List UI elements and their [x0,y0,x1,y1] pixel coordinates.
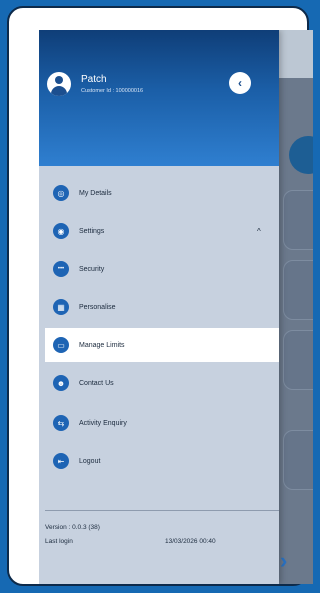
grid-icon: ▦ [53,299,69,315]
swap-icon: ⇆ [53,415,69,431]
device-frame: › Patch Customer Id : 100000016 ‹ ◎ My D… [7,6,313,586]
menu-item-label: Contact Us [79,379,114,387]
menu-item-label: Security [79,265,105,273]
menu-item-label: Manage Limits [79,341,125,349]
navigation-drawer: Patch Customer Id : 100000016 ‹ ◎ My Det… [39,30,279,584]
app-screen: › Patch Customer Id : 100000016 ‹ ◎ My D… [39,30,313,584]
chevron-right-icon: › [280,548,288,573]
avatar-body [51,86,67,96]
menu-item-label: Settings [79,227,105,235]
background-card [283,260,313,320]
menu-item-manage-limits[interactable]: ▭ Manage Limits [45,328,279,362]
menu-item-label: Activity Enquiry [79,419,127,427]
menu-item-security[interactable]: ••• Security [39,252,279,286]
divider [45,510,279,511]
logout-icon: ⇤ [53,453,69,469]
last-login-value: 13/03/2026 00:40 [165,538,216,545]
menu-item-label: My Details [79,189,112,197]
menu-item-my-details[interactable]: ◎ My Details [39,176,279,210]
card-icon: ▭ [53,337,69,353]
avatar [47,72,71,96]
avatar-head [55,76,63,84]
background-card [283,430,313,490]
chevron-left-icon: ‹ [238,76,242,90]
menu-item-personalise[interactable]: ▦ Personalise [39,290,279,324]
user-name: Patch [81,74,107,85]
menu-item-contact-us[interactable]: ☻ Contact Us [39,366,279,400]
back-button[interactable]: ‹ [229,72,251,94]
password-icon: ••• [53,261,69,277]
user-circle-icon: ◎ [53,185,69,201]
last-login-label: Last login [45,538,73,545]
menu-item-label: Logout [79,457,101,465]
menu-item-settings[interactable]: ◉ Settings ^ [39,214,279,248]
menu-item-label: Personalise [79,303,116,311]
drawer-header: Patch Customer Id : 100000016 ‹ [39,30,279,166]
menu-item-logout[interactable]: ⇤ Logout [39,444,279,478]
settings-icon: ◉ [53,223,69,239]
app-version: Version : 0.0.3 (38) [45,524,100,531]
background-card [283,330,313,390]
menu-item-activity-enquiry[interactable]: ⇆ Activity Enquiry [39,406,279,440]
customer-id: Customer Id : 100000016 [81,88,144,94]
background-card [283,190,313,250]
people-icon: ☻ [53,375,69,391]
chevron-up-icon[interactable]: ^ [257,227,261,236]
